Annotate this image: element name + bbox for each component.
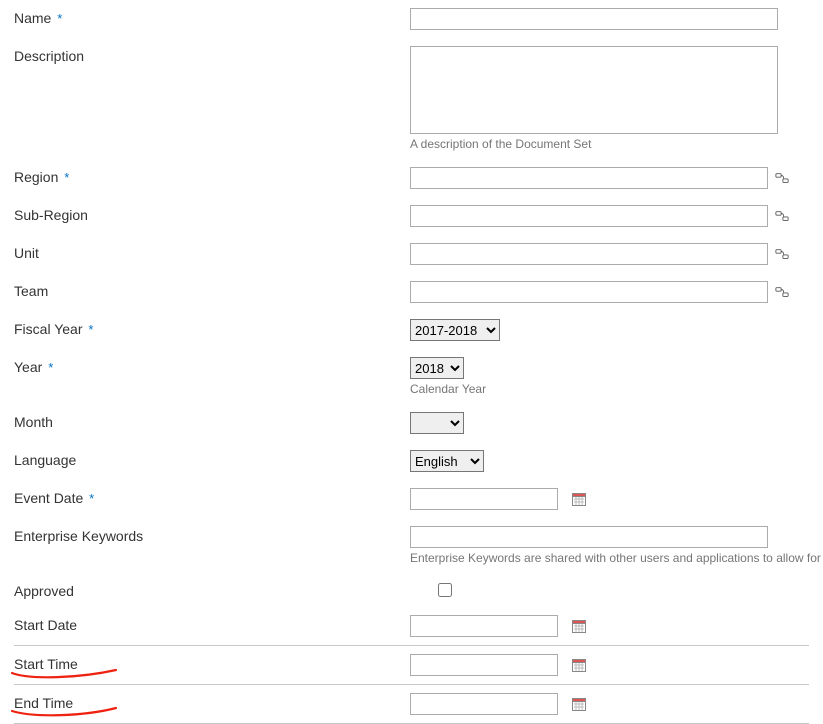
label-enterprise-keywords: Enterprise Keywords bbox=[14, 528, 143, 544]
label-approved: Approved bbox=[14, 583, 74, 599]
event-date-input[interactable] bbox=[410, 488, 558, 510]
row-subregion: Sub-Region bbox=[0, 197, 823, 235]
label-start-date: Start Date bbox=[14, 617, 77, 633]
label-name: Name bbox=[14, 10, 51, 26]
row-start-time: Start Time bbox=[0, 646, 823, 684]
row-fiscal-year: Fiscal Year * 2017-2018 bbox=[0, 311, 823, 349]
label-event-date: Event Date bbox=[14, 490, 83, 506]
description-textarea[interactable] bbox=[410, 46, 778, 134]
required-marker: * bbox=[48, 360, 53, 375]
calendar-icon[interactable] bbox=[570, 656, 588, 674]
label-region: Region bbox=[14, 169, 58, 185]
start-time-input[interactable] bbox=[410, 654, 558, 676]
calendar-icon[interactable] bbox=[570, 617, 588, 635]
label-end-time: End Time bbox=[14, 695, 73, 711]
required-marker: * bbox=[88, 322, 93, 337]
unit-input[interactable] bbox=[410, 243, 768, 265]
label-month: Month bbox=[14, 414, 53, 430]
row-year: Year * 2018 Calendar Year bbox=[0, 349, 823, 404]
row-start-date: Start Date bbox=[0, 607, 823, 645]
language-select[interactable]: English bbox=[410, 450, 484, 472]
label-unit: Unit bbox=[14, 245, 39, 261]
region-input[interactable] bbox=[410, 167, 768, 189]
row-approved: Approved bbox=[0, 573, 823, 607]
year-select[interactable]: 2018 bbox=[410, 357, 464, 379]
row-enterprise-keywords: Enterprise Keywords Enterprise Keywords … bbox=[0, 518, 823, 573]
year-helper: Calendar Year bbox=[410, 382, 486, 396]
required-marker: * bbox=[64, 170, 69, 185]
row-name: Name * bbox=[0, 0, 823, 38]
enterprise-keywords-helper: Enterprise Keywords are shared with othe… bbox=[410, 551, 823, 565]
row-team: Team bbox=[0, 273, 823, 311]
description-helper: A description of the Document Set bbox=[410, 137, 591, 151]
label-team: Team bbox=[14, 283, 48, 299]
label-description: Description bbox=[14, 48, 84, 64]
tag-browse-icon[interactable] bbox=[774, 170, 790, 186]
row-language: Language English bbox=[0, 442, 823, 480]
subregion-input[interactable] bbox=[410, 205, 768, 227]
form-container: Name * Description A description of the … bbox=[0, 0, 823, 724]
team-input[interactable] bbox=[410, 281, 768, 303]
label-fiscal-year: Fiscal Year bbox=[14, 321, 82, 337]
tag-browse-icon[interactable] bbox=[774, 246, 790, 262]
row-unit: Unit bbox=[0, 235, 823, 273]
required-marker: * bbox=[57, 11, 62, 26]
row-region: Region * bbox=[0, 159, 823, 197]
row-end-time: End Time bbox=[0, 685, 823, 723]
calendar-icon[interactable] bbox=[570, 695, 588, 713]
tag-browse-icon[interactable] bbox=[774, 284, 790, 300]
name-input[interactable] bbox=[410, 8, 778, 30]
row-event-date: Event Date * bbox=[0, 480, 823, 518]
calendar-icon[interactable] bbox=[570, 490, 588, 508]
fiscal-year-select[interactable]: 2017-2018 bbox=[410, 319, 500, 341]
label-year: Year bbox=[14, 359, 42, 375]
end-time-input[interactable] bbox=[410, 693, 558, 715]
month-select[interactable] bbox=[410, 412, 464, 434]
required-marker: * bbox=[89, 491, 94, 506]
start-date-input[interactable] bbox=[410, 615, 558, 637]
row-month: Month bbox=[0, 404, 823, 442]
enterprise-keywords-input[interactable] bbox=[410, 526, 768, 548]
tag-browse-icon[interactable] bbox=[774, 208, 790, 224]
row-description: Description A description of the Documen… bbox=[0, 38, 823, 159]
approved-checkbox[interactable] bbox=[438, 583, 452, 597]
label-subregion: Sub-Region bbox=[14, 207, 88, 223]
label-language: Language bbox=[14, 452, 76, 468]
label-start-time: Start Time bbox=[14, 656, 78, 672]
